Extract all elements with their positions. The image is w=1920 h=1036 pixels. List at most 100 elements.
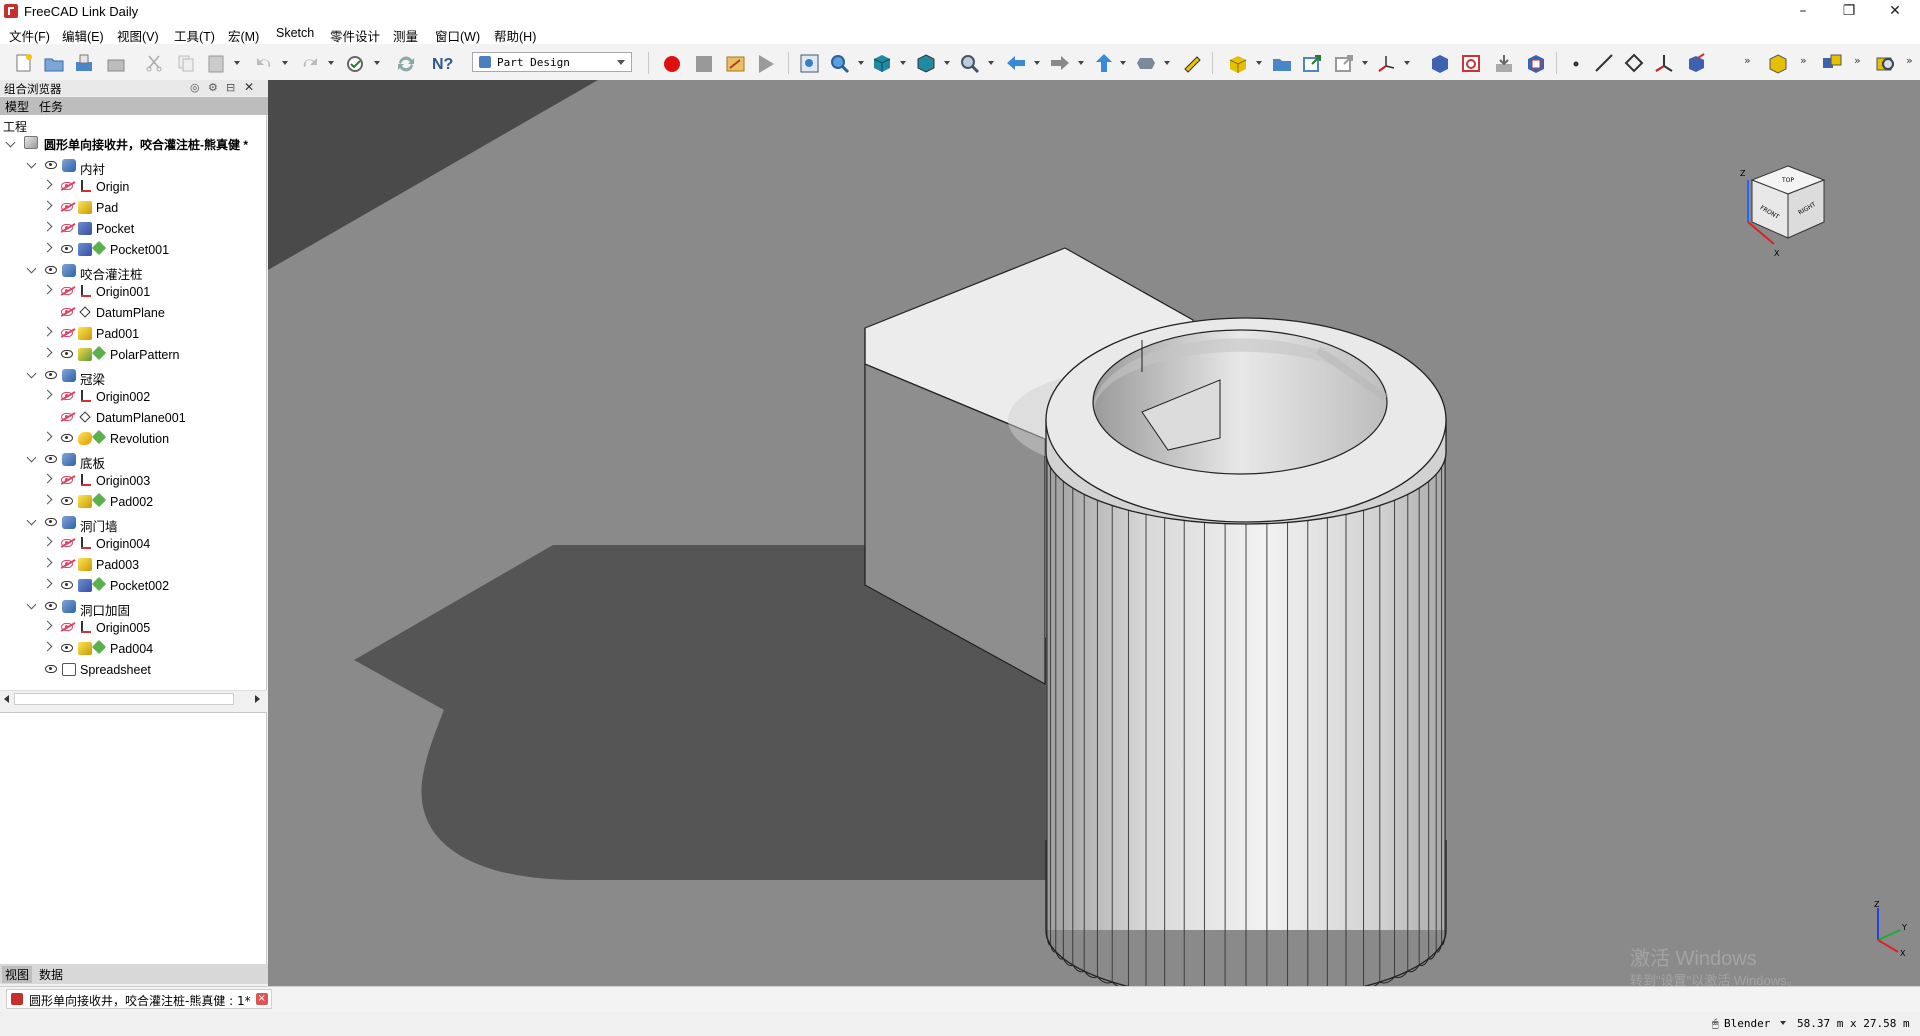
datum-point-icon[interactable] xyxy=(1564,52,1588,74)
assembly-icon[interactable] xyxy=(1820,52,1844,74)
datum-csys-icon[interactable] xyxy=(1374,52,1398,74)
chevron-right-icon[interactable] xyxy=(42,326,53,337)
chevron-right-icon[interactable] xyxy=(42,347,53,358)
view-up-icon[interactable] xyxy=(1092,52,1116,74)
refresh-check-icon[interactable] xyxy=(344,52,368,74)
nav-style-dropdown-caret[interactable] xyxy=(1780,1021,1786,1025)
zoom-icon[interactable] xyxy=(958,52,982,74)
link-dropdown-caret[interactable] xyxy=(1362,61,1368,65)
fit-dropdown-caret[interactable] xyxy=(858,61,864,65)
tree-feature-row[interactable]: Origin004 xyxy=(0,534,266,555)
chevron-right-icon[interactable] xyxy=(42,389,53,400)
tab-view[interactable]: 视图 xyxy=(2,966,33,983)
tree-body-row[interactable]: 底板 xyxy=(0,450,266,471)
chevron-down-icon[interactable] xyxy=(26,599,37,610)
body-dropdown-caret[interactable] xyxy=(1256,61,1262,65)
back-dropdown-caret[interactable] xyxy=(1034,61,1040,65)
minimize-button[interactable]: – xyxy=(1780,0,1826,24)
chevron-right-icon[interactable] xyxy=(42,431,53,442)
fit-selection-icon[interactable] xyxy=(828,52,852,74)
scrollbar-thumb[interactable] xyxy=(14,693,234,705)
menu-macro[interactable]: 宏(M) xyxy=(227,26,260,45)
tree-feature-row[interactable]: Origin003 xyxy=(0,471,266,492)
new-document-icon[interactable] xyxy=(12,52,36,74)
hidden-eye-icon[interactable] xyxy=(61,203,73,211)
toolbar-overflow-icon[interactable]: » xyxy=(1854,54,1861,67)
visibility-eye-icon[interactable] xyxy=(45,266,57,274)
visibility-eye-icon[interactable] xyxy=(61,497,73,505)
menu-view[interactable]: 视图(V) xyxy=(116,26,160,45)
macro-record-icon[interactable] xyxy=(660,52,684,74)
bounding-box-icon[interactable] xyxy=(914,52,938,74)
tree-feature-row[interactable]: DatumPlane xyxy=(0,303,266,324)
draw-style-icon[interactable] xyxy=(870,52,894,74)
pad-icon[interactable] xyxy=(1428,52,1452,74)
tab-tasks[interactable]: 任务 xyxy=(36,98,66,115)
chevron-right-icon[interactable] xyxy=(42,200,53,211)
tree-feature-row[interactable]: Revolution xyxy=(0,429,266,450)
navigation-style[interactable]: Blender xyxy=(1724,1017,1770,1030)
scroll-right-icon[interactable] xyxy=(255,695,260,703)
visibility-eye-icon[interactable] xyxy=(45,665,57,673)
chevron-right-icon[interactable] xyxy=(42,221,53,232)
recompute-icon[interactable] xyxy=(394,52,418,74)
tree-feature-row[interactable]: Origin005 xyxy=(0,618,266,639)
gear-icon[interactable]: ⚙ xyxy=(208,81,218,94)
workbench-selector[interactable]: Part Design xyxy=(472,52,632,72)
chevron-right-icon[interactable] xyxy=(42,284,53,295)
chevron-down-icon[interactable] xyxy=(26,368,37,379)
visibility-eye-icon[interactable] xyxy=(61,581,73,589)
menu-sketch[interactable]: Sketch xyxy=(275,26,315,40)
chevron-down-icon[interactable] xyxy=(26,452,37,463)
zoom-dropdown-caret[interactable] xyxy=(988,61,994,65)
chevron-down-icon[interactable] xyxy=(26,158,37,169)
refresh-dropdown-caret[interactable] xyxy=(374,61,380,65)
menu-tools[interactable]: 工具(T) xyxy=(173,26,216,45)
open-folder-icon[interactable] xyxy=(42,52,66,74)
macro-run-icon[interactable] xyxy=(754,52,778,74)
close-tab-icon[interactable]: × xyxy=(255,993,268,1005)
import-icon[interactable] xyxy=(1492,52,1516,74)
create-link-icon[interactable] xyxy=(1300,52,1324,74)
visibility-eye-icon[interactable] xyxy=(61,350,73,358)
tree-document-row[interactable]: 圆形单向接收井，咬合灌注桩-熊真健 * xyxy=(0,135,266,156)
datum-plane-icon[interactable] xyxy=(1622,52,1646,74)
toolbar-overflow-icon[interactable]: » xyxy=(1800,54,1807,67)
menu-help[interactable]: 帮助(H) xyxy=(493,26,537,45)
chevron-right-icon[interactable] xyxy=(42,536,53,547)
tree-feature-row[interactable]: Pad003 xyxy=(0,555,266,576)
visibility-eye-icon[interactable] xyxy=(45,371,57,379)
chevron-right-icon[interactable] xyxy=(42,473,53,484)
fit-all-icon[interactable] xyxy=(798,52,822,74)
menu-file[interactable]: 文件(F) xyxy=(8,26,51,45)
hidden-eye-icon[interactable] xyxy=(61,560,73,568)
tree-body-row[interactable]: Spreadsheet xyxy=(0,660,266,681)
toolbar-overflow-icon[interactable]: » xyxy=(1744,54,1751,67)
chevron-right-icon[interactable] xyxy=(42,242,53,253)
float-icon[interactable]: ⊟ xyxy=(226,81,235,94)
whats-this-icon[interactable]: N? xyxy=(430,52,454,74)
visibility-eye-icon[interactable] xyxy=(61,644,73,652)
save-as-icon[interactable] xyxy=(104,52,128,74)
tree-feature-row[interactable]: Pocket001 xyxy=(0,240,266,261)
navigation-cube[interactable]: TOP FRONT RIGHT Z X xyxy=(1740,160,1836,260)
copy-icon[interactable] xyxy=(174,52,198,74)
menu-part-design[interactable]: 零件设计 xyxy=(329,26,381,45)
tree-feature-row[interactable]: Pad002 xyxy=(0,492,266,513)
measure-icon[interactable] xyxy=(1180,52,1204,74)
chevron-right-icon[interactable] xyxy=(42,557,53,568)
tree-body-row[interactable]: 洞门墙 xyxy=(0,513,266,534)
tree-feature-row[interactable]: Pad001 xyxy=(0,324,266,345)
tree-feature-row[interactable]: Origin001 xyxy=(0,282,266,303)
chevron-down-icon[interactable] xyxy=(5,137,16,148)
link-actions-icon[interactable] xyxy=(1332,52,1356,74)
hidden-eye-icon[interactable] xyxy=(61,413,73,421)
forward-dropdown-caret[interactable] xyxy=(1078,61,1084,65)
part-box-icon[interactable] xyxy=(1766,52,1790,74)
tree-feature-row[interactable]: Pocket002 xyxy=(0,576,266,597)
draw-style-dropdown-caret[interactable] xyxy=(900,61,906,65)
scroll-left-icon[interactable] xyxy=(4,695,9,703)
sketch-icon[interactable] xyxy=(1460,52,1484,74)
tree-feature-row[interactable]: PolarPattern xyxy=(0,345,266,366)
chevron-right-icon[interactable] xyxy=(42,494,53,505)
